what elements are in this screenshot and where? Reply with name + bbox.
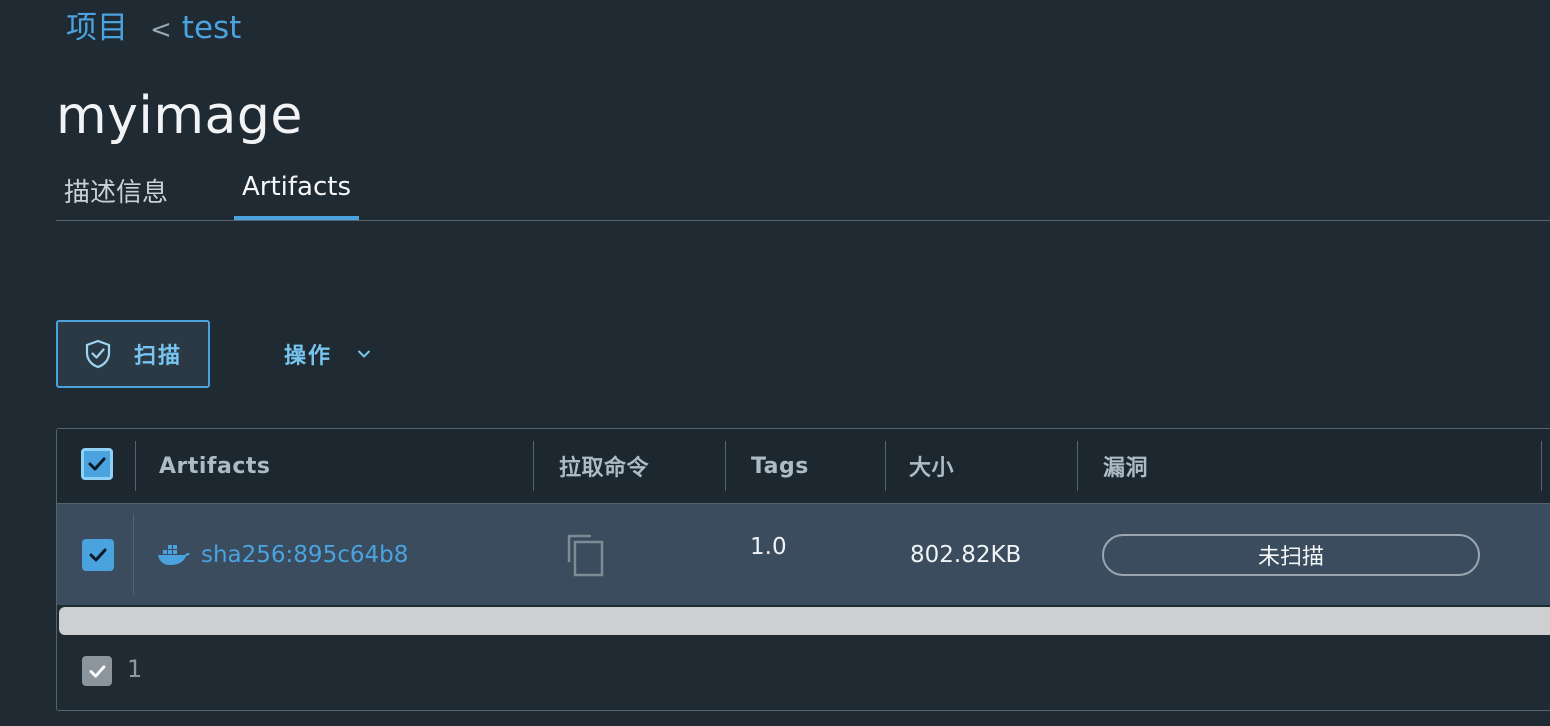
breadcrumb-current-link[interactable]: test bbox=[182, 10, 242, 46]
column-separator bbox=[135, 441, 136, 491]
breadcrumb-separator: < bbox=[150, 15, 172, 45]
column-header-pull-command[interactable]: 拉取命令 bbox=[559, 429, 649, 503]
scan-button-label: 扫描 bbox=[134, 344, 183, 369]
chevron-down-icon bbox=[356, 346, 372, 362]
row-tags: 1.0 bbox=[750, 533, 787, 560]
column-header-size[interactable]: 大小 bbox=[909, 429, 954, 503]
column-separator bbox=[725, 441, 726, 491]
column-separator bbox=[533, 441, 534, 491]
actions-button-label: 操作 bbox=[284, 344, 333, 369]
column-header-tags[interactable]: Tags bbox=[751, 429, 809, 503]
actions-dropdown-button[interactable]: 操作 bbox=[284, 336, 372, 372]
shield-check-icon bbox=[84, 339, 112, 369]
page-title: myimage bbox=[56, 86, 303, 146]
column-header-vulnerabilities[interactable]: 漏洞 bbox=[1103, 429, 1148, 503]
docker-icon bbox=[157, 543, 191, 567]
tab-artifacts[interactable]: Artifacts bbox=[234, 172, 360, 220]
column-separator bbox=[1541, 441, 1542, 491]
artifact-digest-link[interactable]: sha256:895c64b8 bbox=[201, 542, 408, 568]
row-size: 802.82KB bbox=[910, 541, 1022, 568]
horizontal-scrollbar[interactable] bbox=[59, 607, 1550, 635]
column-separator bbox=[885, 441, 886, 491]
column-separator bbox=[133, 514, 134, 594]
column-separator bbox=[1077, 441, 1078, 491]
select-all-checkbox[interactable] bbox=[81, 448, 113, 480]
breadcrumb-project-link[interactable]: 项目 bbox=[66, 2, 128, 47]
datagrid-header: Artifacts 拉取命令 Tags 大小 漏洞 bbox=[57, 429, 1550, 504]
checkmark-icon bbox=[89, 664, 105, 678]
footer-selection-checkbox bbox=[82, 656, 112, 686]
table-row[interactable]: sha256:895c64b8 1.0 802.82KB 未扫描 bbox=[57, 504, 1550, 605]
checkmark-icon bbox=[88, 457, 106, 471]
copy-icon[interactable] bbox=[565, 532, 605, 578]
tab-bar: 描述信息 Artifacts bbox=[56, 168, 1550, 221]
row-select-checkbox[interactable] bbox=[82, 538, 114, 571]
artifacts-datagrid: Artifacts 拉取命令 Tags 大小 漏洞 sha256:895c64b… bbox=[56, 428, 1550, 711]
scan-button[interactable]: 扫描 bbox=[56, 320, 210, 388]
tab-description[interactable]: 描述信息 bbox=[56, 172, 176, 219]
selected-count: 1 bbox=[127, 655, 143, 683]
vulnerability-status-badge: 未扫描 bbox=[1102, 534, 1480, 576]
breadcrumb: 项目 < test bbox=[66, 2, 241, 47]
datagrid-footer bbox=[57, 639, 1550, 710]
column-header-artifacts[interactable]: Artifacts bbox=[159, 429, 271, 503]
checkmark-icon bbox=[89, 548, 107, 561]
